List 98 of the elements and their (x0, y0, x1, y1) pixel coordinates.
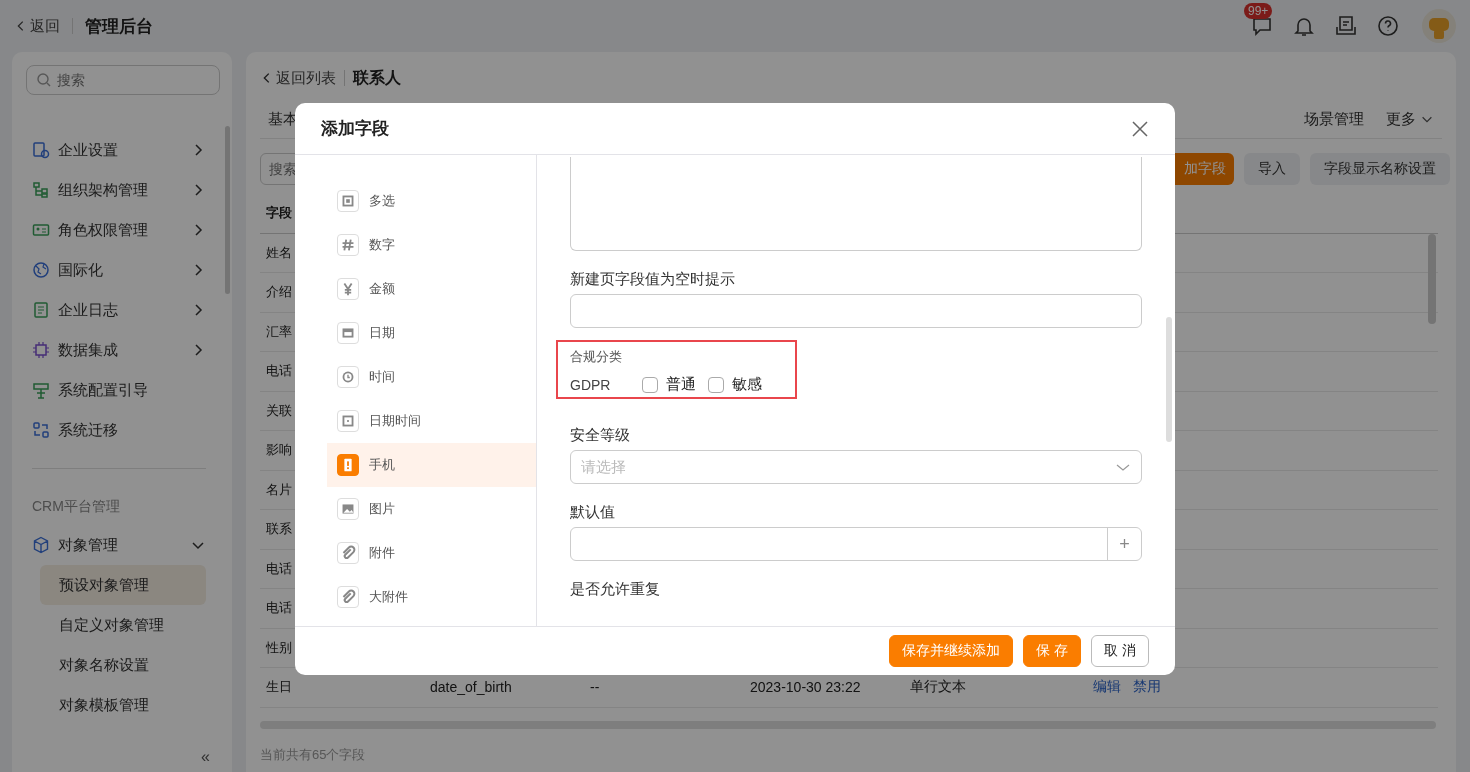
paperclip-icon (337, 542, 359, 564)
back-link[interactable]: 返回 (14, 16, 60, 36)
menu-item[interactable]: 角色权限管理 (32, 210, 206, 250)
notification-badge: 99+ (1244, 3, 1273, 19)
table-cell: 电话 (266, 559, 292, 578)
cube-icon (32, 536, 50, 554)
submenu-item[interactable]: 预设对象管理 (40, 565, 206, 605)
table-cell: 汇率 (266, 322, 292, 341)
menu-item[interactable]: 系统迁移 (32, 410, 206, 450)
search-icon (36, 72, 52, 88)
globe-icon (32, 261, 50, 279)
menu-item[interactable]: 企业日志 (32, 290, 206, 330)
table-cell: 姓名 (266, 243, 292, 262)
table-cell: 介绍 (266, 283, 292, 302)
hash-icon (337, 234, 359, 256)
swap-icon (32, 421, 50, 439)
field-count: 当前共有65个字段 (260, 745, 367, 764)
table-cell: 关联 (266, 401, 292, 420)
chip-icon (32, 341, 50, 359)
square-icon (337, 410, 359, 432)
inbox-icon[interactable] (1334, 14, 1358, 38)
field-label: 新建页字段值为空时提示 (570, 269, 736, 289)
field-label: 合规分类 (570, 348, 623, 366)
option-group-label: GDPR (570, 376, 612, 393)
app-title: 管理后台 (85, 15, 153, 38)
phone-icon (337, 454, 359, 476)
close-button[interactable] (1131, 119, 1149, 138)
menu-item[interactable]: 企业设置 (32, 130, 206, 170)
table-cell: 生日 (266, 678, 292, 697)
table-cell: 联系 (266, 520, 292, 539)
input-field[interactable]: + (570, 527, 1142, 561)
yen-icon (337, 278, 359, 300)
submenu-item[interactable]: 自定义对象管理 (40, 605, 206, 645)
hierarchy-icon (32, 181, 50, 199)
scrollbar[interactable] (1428, 234, 1436, 324)
table-cell: date_of_birth (430, 679, 512, 696)
field-type-item[interactable]: 金额 (327, 267, 536, 311)
action-link[interactable]: 禁用 (1133, 678, 1161, 697)
action-link[interactable]: 编辑 (1093, 678, 1121, 697)
field-type-item[interactable]: 多选 (327, 179, 536, 223)
field-label: 默认值 (570, 502, 616, 522)
help-icon[interactable] (1376, 14, 1400, 38)
table-cell: 电话 (266, 362, 292, 381)
field-type-item[interactable]: 大附件 (327, 575, 536, 619)
field-type-item[interactable]: 附件 (327, 531, 536, 575)
more-tab[interactable]: 更多 (1386, 109, 1434, 129)
submenu-item[interactable]: 对象名称设置 (40, 645, 206, 685)
menu-item[interactable]: 对象管理 (32, 525, 206, 565)
calendar-icon (337, 322, 359, 344)
field-type-item[interactable]: 手机 (327, 443, 536, 487)
back-link[interactable]: 返回列表 (260, 68, 336, 88)
dialog-title: 添加字段 (321, 118, 390, 140)
table-cell: 名片 (266, 480, 292, 499)
search-field[interactable]: 搜索 (26, 65, 220, 95)
add-button[interactable]: + (1107, 528, 1141, 560)
field-type-item[interactable]: 时间 (327, 355, 536, 399)
submenu-item[interactable]: 对象模板管理 (40, 685, 206, 725)
scrollbar[interactable] (225, 126, 230, 294)
menu-item[interactable]: 国际化 (32, 250, 206, 290)
column-header: 字段 (266, 204, 292, 223)
id-card-icon (32, 221, 50, 239)
menu-item[interactable]: 组织架构管理 (32, 170, 206, 210)
menu-item[interactable]: 数据集成 (32, 330, 206, 370)
avatar[interactable] (1422, 9, 1456, 43)
square-icon (337, 190, 359, 212)
scrollbar[interactable] (1166, 317, 1172, 442)
checkbox[interactable] (708, 376, 724, 393)
section-title: CRM平台管理 (32, 497, 121, 516)
page-title: 联系人 (353, 67, 401, 88)
field-label: 是否允许重复 (570, 579, 661, 599)
document-icon (32, 141, 50, 159)
document-icon (32, 301, 50, 319)
field-type-item[interactable]: 图片 (327, 487, 536, 531)
table-cell: 影响 (266, 441, 292, 460)
menu-item[interactable]: 系统配置引导 (32, 370, 206, 410)
checkbox[interactable] (642, 376, 658, 393)
toolbar-button[interactable]: 导入 (1244, 153, 1300, 185)
paperclip-icon (337, 586, 359, 608)
checkbox-option[interactable]: 普通 (642, 375, 696, 394)
collapse-button[interactable]: « (201, 748, 210, 766)
field-type-item[interactable]: 日期时间 (327, 399, 536, 443)
dialog-button[interactable]: 取 消 (1091, 635, 1149, 667)
field-type-item[interactable]: 日期 (327, 311, 536, 355)
clock-icon (337, 366, 359, 388)
table-cell: 电话 (266, 599, 292, 618)
checkbox-option[interactable]: 敏感 (708, 375, 762, 394)
input-field[interactable] (570, 294, 1142, 328)
table-cell: 2023-10-30 23:22 (750, 679, 861, 696)
toolbar-button[interactable]: 字段显示名称设置 (1310, 153, 1450, 185)
close-icon (1131, 119, 1149, 138)
tab[interactable]: 场景管理 (1304, 109, 1364, 129)
table-cell: 性别 (266, 638, 292, 657)
table-cell: 单行文本 (910, 678, 966, 697)
field-label: 安全等级 (570, 425, 631, 445)
table-cell: -- (590, 679, 600, 696)
image-icon (337, 498, 359, 520)
field-type-item[interactable]: 数字 (327, 223, 536, 267)
signpost-icon (32, 381, 50, 399)
